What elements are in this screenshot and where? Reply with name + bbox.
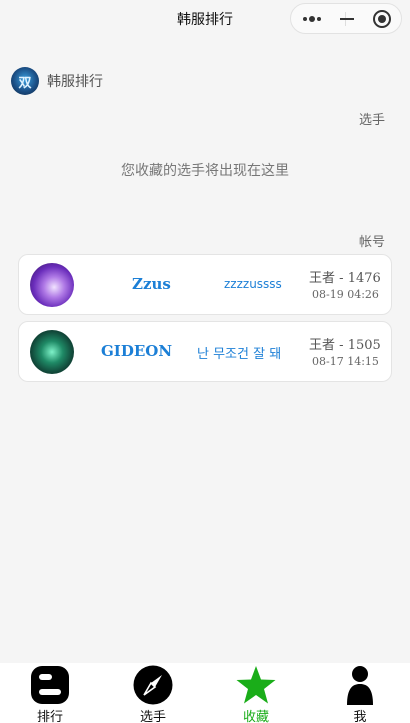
- minimize-icon[interactable]: [340, 18, 354, 20]
- empty-favorites-tip: 您收藏的选手将出现在这里: [121, 163, 289, 179]
- blogger-icon: [31, 666, 69, 704]
- compass-icon: [133, 665, 173, 705]
- tab-label: 我: [353, 710, 367, 723]
- user-icon: [347, 666, 373, 705]
- tab-label: 收藏: [242, 710, 269, 723]
- brand-name: 韩服排行: [47, 74, 103, 90]
- brand-row: 双 韩服排行: [11, 67, 103, 95]
- navigation-bar: 韩服排行: [0, 0, 410, 36]
- account-update-time: 08-19 04:26: [312, 288, 379, 301]
- tab-ranking[interactable]: 排行: [10, 663, 90, 723]
- account-name: GIDEON: [101, 342, 173, 360]
- accounts-section-label: 帐号: [358, 235, 385, 250]
- star-icon: [236, 666, 276, 704]
- account-alias: 난 무조건 잘 돼: [197, 347, 282, 362]
- account-card[interactable]: GIDEON 난 무조건 잘 돼 王者 - 1505 08-17 14:15: [18, 321, 392, 382]
- tab-label: 排行: [36, 710, 63, 723]
- purple-creature-avatar: [30, 263, 74, 307]
- more-options-icon[interactable]: [301, 4, 331, 33]
- tab-bar: 排行 选手 收藏 我: [0, 663, 410, 723]
- players-section-label: 选手: [358, 113, 385, 128]
- account-alias: zzzzussss: [224, 277, 282, 291]
- tab-me[interactable]: 我: [320, 663, 400, 723]
- account-rank: 王者 - 1476: [309, 271, 381, 286]
- account-card[interactable]: Zzus zzzzussss 王者 - 1476 08-19 04:26: [18, 254, 392, 315]
- close-target-icon[interactable]: [373, 10, 391, 28]
- account-update-time: 08-17 14:15: [312, 355, 379, 368]
- tab-favorites[interactable]: 收藏: [216, 663, 296, 723]
- tab-label: 选手: [139, 710, 166, 723]
- brand-logo: 双: [11, 67, 39, 95]
- tab-players[interactable]: 选手: [113, 663, 193, 723]
- green-wolf-avatar: [30, 330, 74, 374]
- account-rank: 王者 - 1505: [309, 338, 381, 353]
- account-name: Zzus: [132, 275, 171, 293]
- mini-program-capsule: [290, 3, 402, 34]
